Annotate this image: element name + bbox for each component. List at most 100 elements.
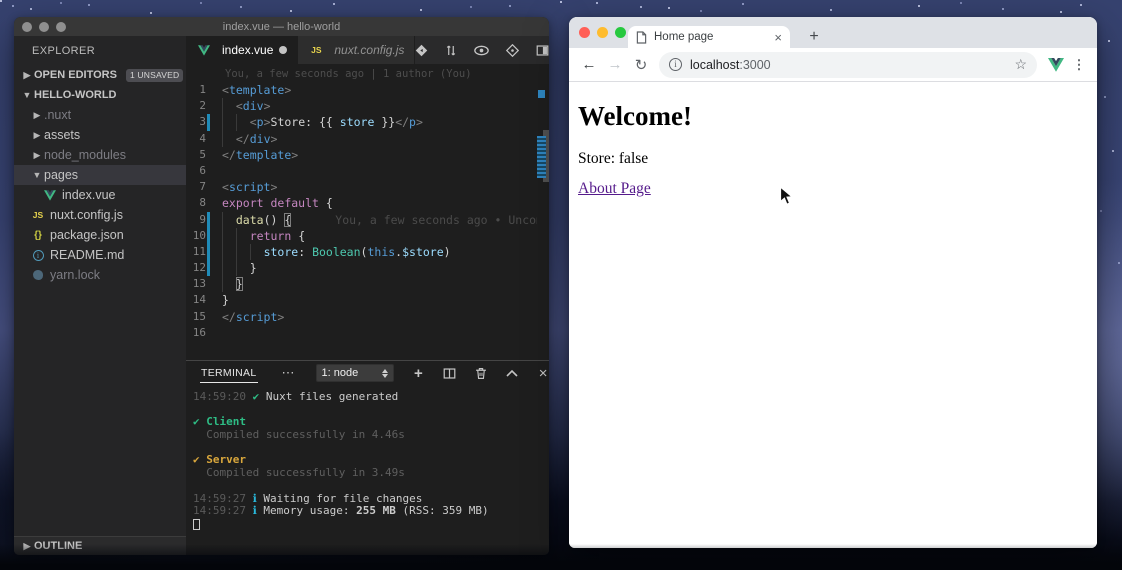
chrome-menu-icon[interactable]: ⋮ [1069,57,1089,73]
chevron-right-icon: ▶ [30,110,44,121]
code-line: 9 data() {You, a few seconds ago • Uncom… [186,212,549,228]
code-text: } [222,292,229,308]
line-number: 10 [186,228,222,244]
terminal-session-select[interactable]: 1: node [316,364,394,382]
code-text: } [222,276,243,292]
select-arrows-icon [382,369,388,378]
code-line: 13 } [186,276,549,292]
kill-terminal-trash-icon[interactable] [475,367,487,380]
vscode-titlebar[interactable]: index.vue — hello-world [14,17,549,36]
gitlens-graph-icon[interactable] [506,44,519,57]
tree-item--nuxt[interactable]: ▶.nuxt [14,105,186,125]
js-icon: JS [30,210,46,220]
gitlens-open-changes-icon[interactable] [415,44,428,57]
split-terminal-icon[interactable] [443,367,456,380]
back-button[interactable]: ← [577,56,601,73]
code-line: 10 return { [186,228,549,244]
code-line: 5</template> [186,147,549,163]
indent-guide [236,260,250,276]
indent-guide [236,244,250,260]
editor-tab-index-vue[interactable]: index.vue [186,36,298,64]
explorer-sidebar: EXPLORER ▶ OPEN EDITORS 1 UNSAVED ▼ HELL… [14,36,186,555]
terminal-more-icon[interactable]: ⋯ [282,365,296,381]
tree-item-nuxt-config-js[interactable]: JSnuxt.config.js [14,205,186,225]
line-number: 12 [186,260,222,276]
browser-tab[interactable]: Home page × [628,26,790,48]
code-line: 16 [186,325,549,341]
code-line: 15</script> [186,309,549,325]
code-text: </template> [222,147,298,163]
chrome-toolbar: ← → ↻ i localhost:3000 ☆ ⋮ [569,48,1097,81]
zoom-window-button[interactable] [615,27,626,38]
close-tab-icon[interactable]: × [774,31,782,44]
tree-item-assets[interactable]: ▶assets [14,125,186,145]
terminal-tab[interactable]: TERMINAL [200,364,258,383]
braces-icon: {} [30,230,46,241]
terminal-cursor [193,519,200,530]
code-line: 8export default { [186,195,549,211]
tree-item-package-json[interactable]: {}package.json [14,225,186,245]
code-text: return { [222,228,305,244]
tree-item-node-modules[interactable]: ▶node_modules [14,145,186,165]
indent-guide [222,228,236,244]
code-line: 12 } [186,260,549,276]
forward-button[interactable]: → [603,56,627,73]
editor-tab-nuxt-config-js[interactable]: JSnuxt.config.js [298,36,415,64]
code-text: data() {You, a few seconds ago • Uncommi… [222,212,549,228]
code-text: <template> [222,82,291,98]
indent-guide [222,131,236,147]
tree-item-label: pages [44,168,78,182]
tab-title: Home page [654,31,713,43]
vscode-window: index.vue — hello-world EXPLORER ▶ OPEN … [14,17,549,555]
code-text: <div> [222,98,271,114]
terminal-line: 14:59:20 ✔ Nuxt files generated [193,391,549,404]
tree-item-label: node_modules [44,148,126,162]
terminal-panel: TERMINAL ⋯ 1: node + × [186,360,549,555]
close-window-button[interactable] [579,27,590,38]
minimize-window-button[interactable] [597,27,608,38]
maximize-panel-chevron-icon[interactable] [506,369,518,377]
tree-item-pages[interactable]: ▼pages [14,165,186,185]
page-heading: Welcome! [578,101,1097,132]
chrome-tabstrip: Home page × + [569,17,1097,48]
editor-scrollbar[interactable] [537,64,549,360]
line-number: 7 [186,179,222,195]
tree-item-index-vue[interactable]: index.vue [14,185,186,205]
inline-blame-annotation: You, a few seconds ago • Uncommitted cha [291,213,549,227]
terminal-output[interactable]: 14:59:20 ✔ Nuxt files generated✔ Client … [186,385,549,531]
desktop-wallpaper: index.vue — hello-world EXPLORER ▶ OPEN … [0,0,1122,570]
open-editors-section[interactable]: ▶ OPEN EDITORS 1 UNSAVED [14,65,186,85]
toggle-blame-eye-icon[interactable] [474,45,489,56]
terminal-line [193,404,549,417]
workspace-root-section[interactable]: ▼ HELLO-WORLD [14,85,186,105]
bookmark-star-icon[interactable]: ☆ [1014,56,1027,73]
new-tab-button[interactable]: + [802,26,826,48]
gitlens-compare-icon[interactable] [445,44,457,57]
vue-devtools-extension-icon[interactable] [1045,58,1067,72]
code-line: 4 </div> [186,131,549,147]
tree-item-label: index.vue [62,188,116,202]
close-panel-icon[interactable]: × [537,365,549,382]
code-text: } [222,260,257,276]
codelens-blame[interactable]: You, a few seconds ago | 1 author (You) [225,68,549,80]
tree-item-readme-md[interactable]: iREADME.md [14,245,186,265]
site-info-icon[interactable]: i [669,58,682,71]
new-terminal-icon[interactable]: + [413,365,425,382]
unsaved-badge: 1 UNSAVED [126,69,183,82]
line-number: 2 [186,98,222,114]
tree-item-label: .nuxt [44,108,71,122]
line-number: 9 [186,212,222,228]
indent-guide [236,228,250,244]
code-editor[interactable]: You, a few seconds ago | 1 author (You) … [186,64,549,360]
chevron-right-icon: ▶ [30,130,44,141]
line-number: 15 [186,309,222,325]
tree-item-yarn-lock[interactable]: yarn.lock [14,265,186,285]
reload-button[interactable]: ↻ [629,56,653,74]
tab-label: nuxt.config.js [334,43,404,57]
code-line: 7<script> [186,179,549,195]
code-text: export default { [222,195,333,211]
about-page-link[interactable]: About Page [578,180,651,197]
split-editor-icon[interactable] [536,44,549,57]
code-text: <script> [222,179,277,195]
address-bar[interactable]: i localhost:3000 ☆ [659,52,1037,78]
